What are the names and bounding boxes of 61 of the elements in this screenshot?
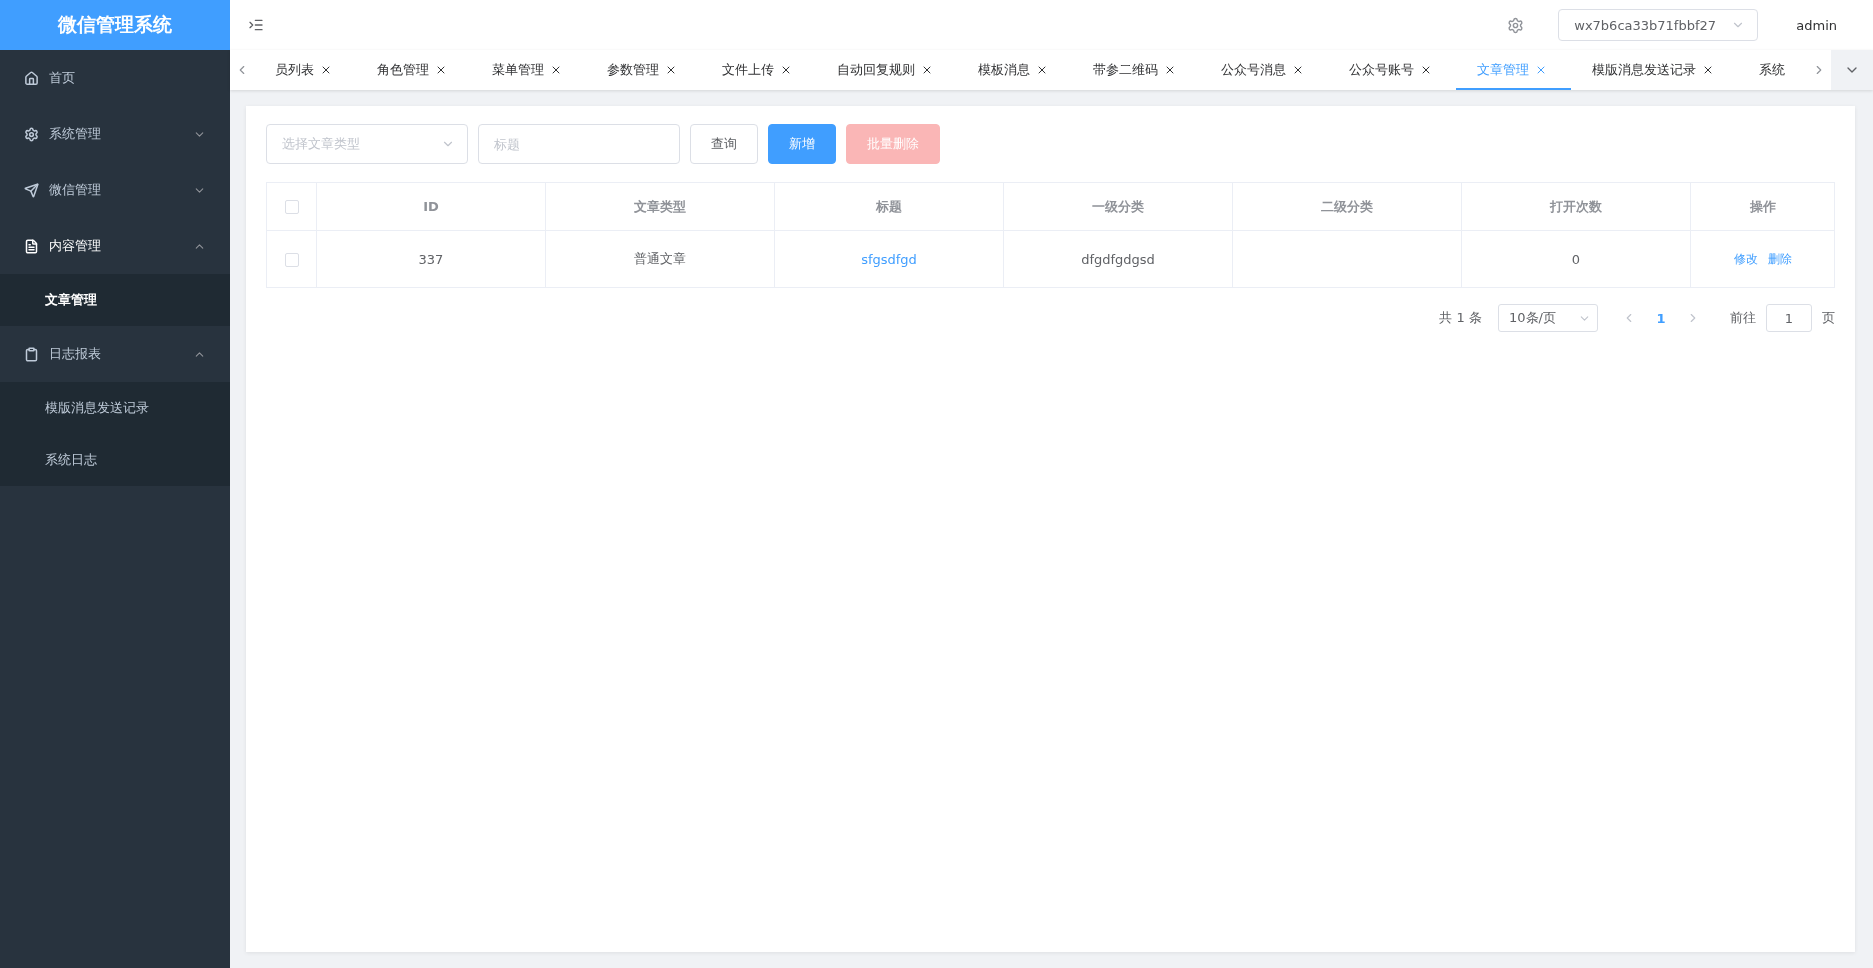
sidebar-item[interactable]: 首页 (0, 50, 230, 106)
row-checkbox[interactable] (284, 252, 299, 267)
paper-plane-icon (24, 182, 39, 198)
page-size-select[interactable]: 10条/页 (1498, 304, 1598, 332)
page-suffix: 页 (1822, 309, 1835, 327)
column-header: ID (316, 182, 546, 231)
title-input[interactable]: 标题 (478, 124, 680, 164)
close-icon[interactable] (435, 64, 447, 76)
page-tab[interactable]: 模版消息发送记录 (1571, 50, 1738, 90)
close-icon[interactable] (1420, 64, 1432, 76)
document-icon (24, 238, 39, 254)
page-tab[interactable]: 参数管理 (586, 50, 701, 90)
submenu-item[interactable]: 文章管理 (0, 274, 230, 326)
close-icon[interactable] (921, 64, 933, 76)
clipboard-icon (24, 346, 39, 362)
settings-icon[interactable] (1507, 16, 1525, 34)
page-tab[interactable]: 带参二维码 (1072, 50, 1200, 90)
table-cell: dfgdfgdgsd (1003, 230, 1233, 288)
page-tab[interactable]: 菜单管理 (471, 50, 586, 90)
settings-icon (24, 126, 39, 142)
column-header: 打开次数 (1461, 182, 1691, 231)
page-tab[interactable]: 公众号消息 (1200, 50, 1328, 90)
account-select[interactable]: wx7b6ca33b71fbbf27 (1558, 9, 1759, 41)
close-icon[interactable] (550, 64, 562, 76)
sidebar-item[interactable]: 日志报表 (0, 326, 230, 382)
query-button[interactable]: 查询 (690, 124, 758, 164)
goto-label: 前往 (1730, 309, 1756, 327)
select-all-checkbox[interactable] (284, 200, 299, 215)
sidebar-item[interactable]: 系统管理 (0, 106, 230, 162)
submenu-item[interactable]: 模版消息发送记录 (0, 382, 230, 434)
page-tab[interactable]: 自动回复规则 (816, 50, 957, 90)
page-tab[interactable]: 员列表 (254, 50, 356, 90)
close-icon[interactable] (320, 64, 332, 76)
user-name[interactable]: admin (1796, 17, 1837, 33)
close-icon[interactable] (1164, 64, 1176, 76)
page-tab[interactable]: 系统 (1738, 50, 1807, 90)
close-icon[interactable] (1292, 64, 1304, 76)
column-header: 一级分类 (1003, 182, 1233, 231)
close-icon[interactable] (780, 64, 792, 76)
app-logo: 微信管理系统 (0, 0, 230, 50)
close-icon[interactable] (665, 64, 677, 76)
page-tab[interactable]: 模板消息 (957, 50, 1072, 90)
page-tab[interactable]: 角色管理 (356, 50, 471, 90)
column-header: 操作 (1690, 182, 1835, 231)
table-cell: 337 (316, 230, 546, 288)
sidebar-item[interactable]: 内容管理 (0, 218, 230, 274)
table-cell: 普通文章 (545, 230, 775, 288)
submenu-item[interactable]: 系统日志 (0, 434, 230, 486)
home-icon (24, 70, 39, 86)
close-icon[interactable] (1036, 64, 1048, 76)
goto-page-input[interactable]: 1 (1766, 304, 1812, 332)
total-count: 共 1 条 (1439, 309, 1482, 327)
column-header: 二级分类 (1232, 182, 1462, 231)
page-tab[interactable]: 文件上传 (701, 50, 816, 90)
page-tab[interactable]: 公众号账号 (1328, 50, 1456, 90)
column-header: 标题 (774, 182, 1004, 231)
table-cell: 0 (1461, 230, 1691, 288)
column-header: 文章类型 (545, 182, 775, 231)
close-icon[interactable] (1702, 64, 1714, 76)
sidebar-item[interactable]: 微信管理 (0, 162, 230, 218)
menu-toggle-icon[interactable] (248, 17, 264, 33)
